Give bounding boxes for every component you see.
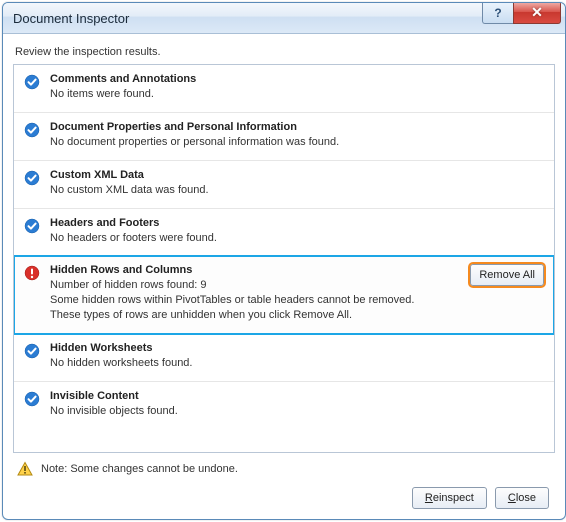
check-icon	[24, 73, 40, 90]
check-icon	[24, 217, 40, 234]
result-title: Custom XML Data	[50, 169, 544, 181]
check-icon	[24, 169, 40, 186]
check-icon	[24, 390, 40, 407]
result-description: No headers or footers were found.	[50, 231, 544, 246]
result-description: Number of hidden rows found: 9Some hidde…	[50, 278, 460, 323]
window-title: Document Inspector	[13, 11, 482, 26]
result-title: Document Properties and Personal Informa…	[50, 121, 544, 133]
result-item: Custom XML Data No custom XML data was fo…	[14, 161, 554, 209]
alert-icon	[24, 264, 40, 281]
result-text: Invisible Content No invisible objects fo…	[50, 390, 544, 419]
check-icon	[24, 342, 40, 359]
result-item: Document Properties and Personal Informa…	[14, 113, 554, 161]
result-item: Hidden Rows and Columns Number of hidden …	[14, 256, 554, 334]
footer-buttons: Reinspect Close	[13, 481, 555, 519]
result-title: Headers and Footers	[50, 217, 544, 229]
result-description: No hidden worksheets found.	[50, 356, 544, 371]
result-text: Comments and Annotations No items were fo…	[50, 73, 544, 102]
result-text: Hidden Rows and Columns Number of hidden …	[50, 264, 460, 323]
instruction-text: Review the inspection results.	[15, 46, 553, 58]
results-panel: Comments and Annotations No items were fo…	[13, 64, 555, 453]
warning-icon	[17, 461, 33, 477]
result-item: Headers and Footers No headers or footers…	[14, 209, 554, 257]
result-text: Hidden Worksheets No hidden worksheets fo…	[50, 342, 544, 371]
result-title: Hidden Rows and Columns	[50, 264, 460, 276]
result-item: Invisible Content No invisible objects fo…	[14, 382, 554, 429]
result-description: No items were found.	[50, 87, 544, 102]
result-description: No invisible objects found.	[50, 404, 544, 419]
help-button[interactable]: ?	[482, 3, 513, 24]
result-action: Remove All	[470, 264, 544, 286]
reinspect-button[interactable]: Reinspect	[412, 487, 487, 509]
dialog-window: Document Inspector ? ✕ Review the inspec…	[2, 2, 566, 520]
result-text: Headers and Footers No headers or footers…	[50, 217, 544, 246]
titlebar: Document Inspector ? ✕	[3, 3, 565, 34]
footer-note: Note: Some changes cannot be undone.	[13, 453, 555, 481]
result-text: Custom XML Data No custom XML data was fo…	[50, 169, 544, 198]
result-title: Invisible Content	[50, 390, 544, 402]
result-title: Comments and Annotations	[50, 73, 544, 85]
result-text: Document Properties and Personal Informa…	[50, 121, 544, 150]
result-item: Hidden Worksheets No hidden worksheets fo…	[14, 334, 554, 382]
check-icon	[24, 121, 40, 138]
result-description: No custom XML data was found.	[50, 183, 544, 198]
result-description: No document properties or personal infor…	[50, 135, 544, 150]
footer-note-text: Note: Some changes cannot be undone.	[41, 463, 238, 475]
result-item: Comments and Annotations No items were fo…	[14, 65, 554, 113]
dialog-body: Review the inspection results. Comments …	[3, 34, 565, 519]
remove-all-button[interactable]: Remove All	[470, 264, 544, 286]
close-button[interactable]: Close	[495, 487, 549, 509]
result-title: Hidden Worksheets	[50, 342, 544, 354]
window-close-button[interactable]: ✕	[513, 3, 561, 24]
